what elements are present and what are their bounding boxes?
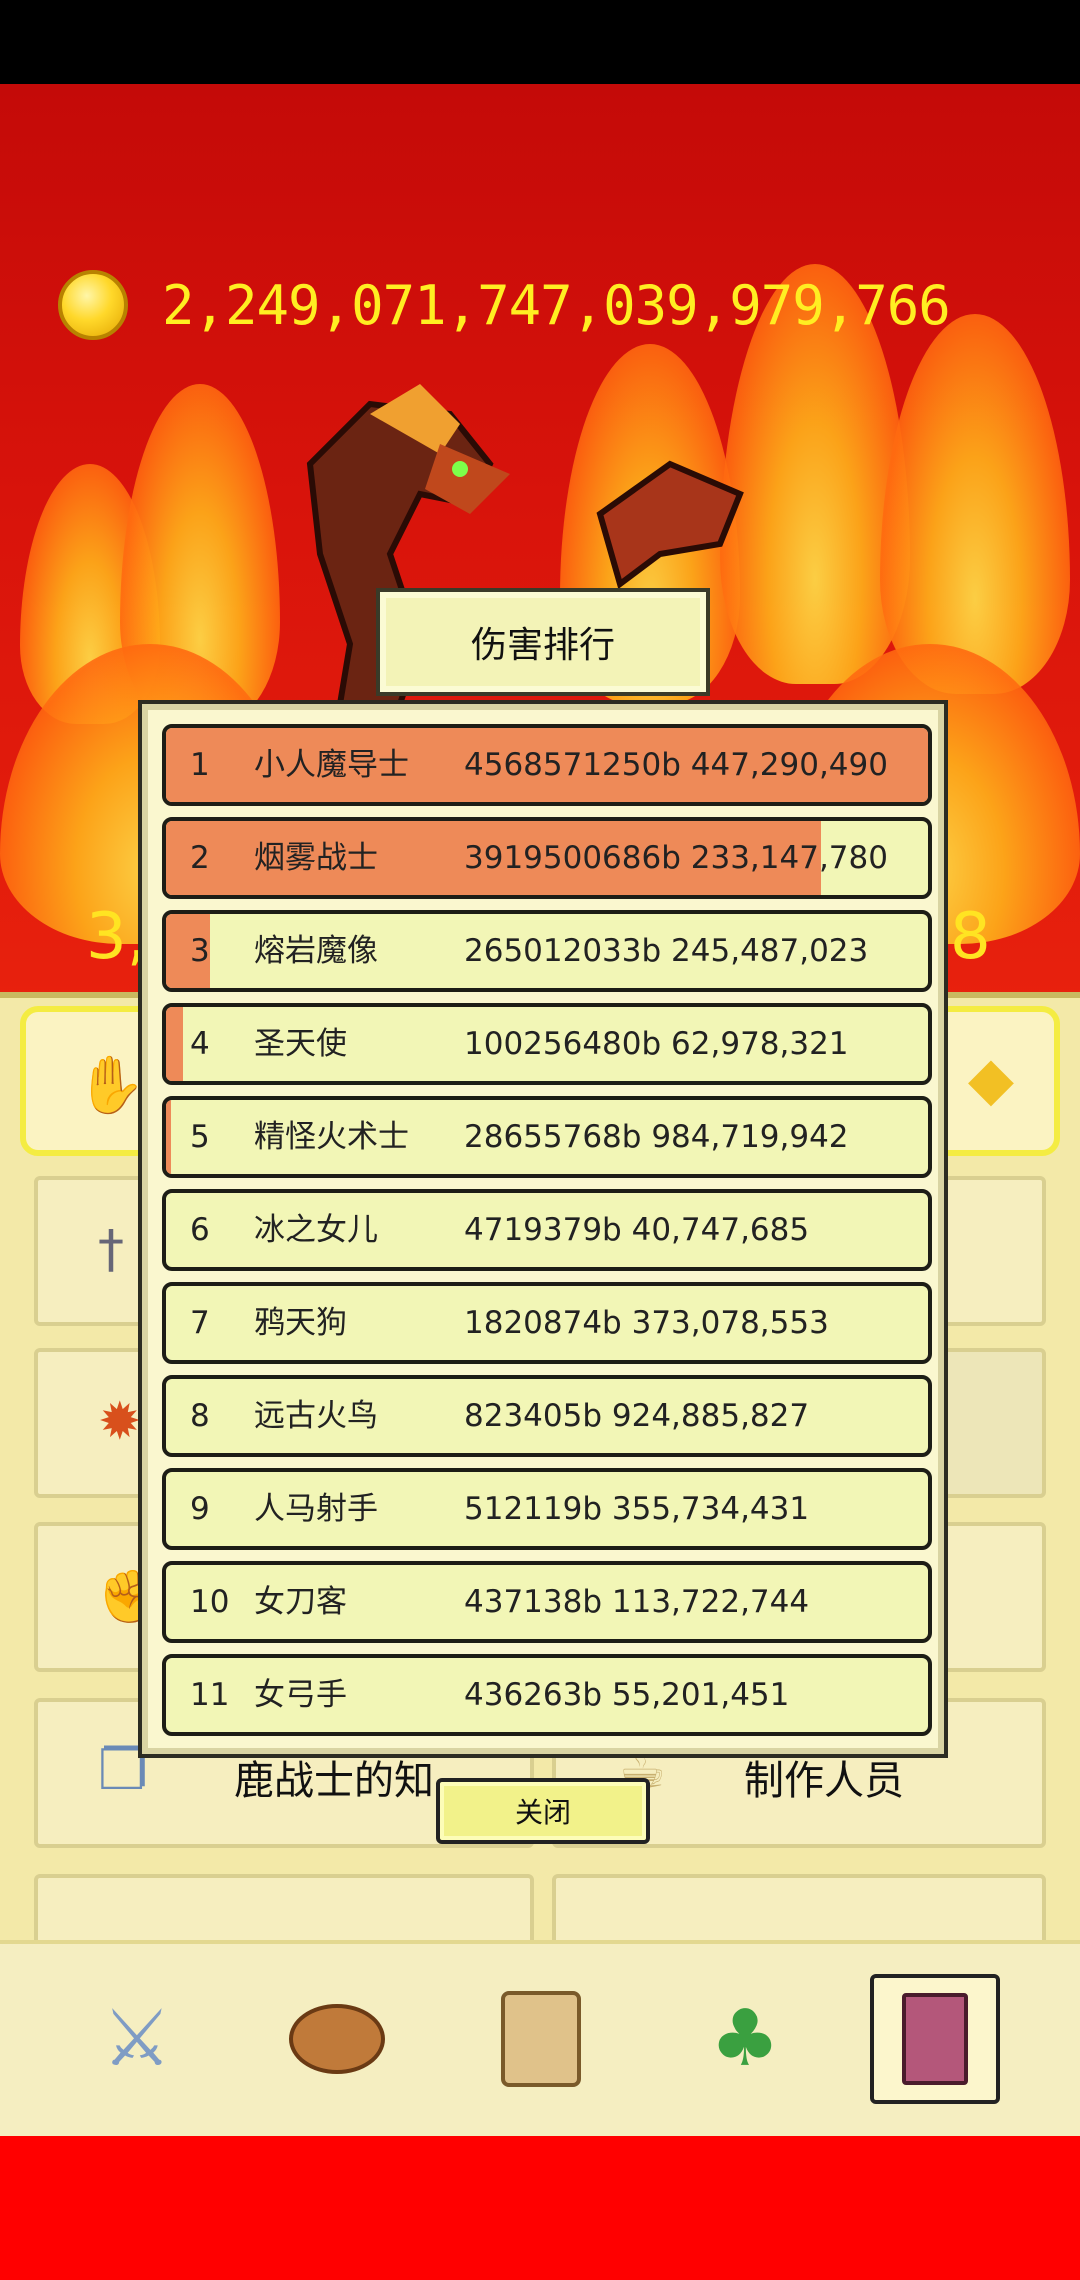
damage-share-bar bbox=[166, 1100, 171, 1174]
ranking-row[interactable]: 8 远古火鸟 823405b 924,885,827 bbox=[162, 1375, 932, 1457]
damage-value: 436263b 55,201,451 bbox=[464, 1677, 790, 1713]
dialog-title: 伤害排行 bbox=[376, 588, 710, 696]
damage-value: 512119b 355,734,431 bbox=[464, 1491, 810, 1527]
damage-value: 1820874b 373,078,553 bbox=[464, 1305, 829, 1341]
modal-layer: 1 小人魔导士 4568571250b 447,290,490 2 烟雾战士 391950… bbox=[0, 0, 1080, 2280]
ranking-row[interactable]: 9 人马射手 512119b 355,734,431 bbox=[162, 1468, 932, 1550]
rank-number: 4 bbox=[190, 1026, 210, 1062]
rank-number: 9 bbox=[190, 1491, 210, 1527]
damage-value: 28655768b 984,719,942 bbox=[464, 1119, 849, 1155]
hero-name: 人马射手 bbox=[254, 1491, 378, 1527]
damage-value: 100256480b 62,978,321 bbox=[464, 1026, 849, 1062]
rank-number: 5 bbox=[190, 1119, 210, 1155]
screen: 2,249,071,747,039,979,766 3, 8 ✋ ◆ † ✹ ✊… bbox=[0, 0, 1080, 2280]
damage-value: 4719379b 40,747,685 bbox=[464, 1212, 810, 1248]
hero-name: 小人魔导士 bbox=[254, 747, 409, 783]
ranking-row[interactable]: 1 小人魔导士 4568571250b 447,290,490 bbox=[162, 724, 932, 806]
ranking-list[interactable]: 1 小人魔导士 4568571250b 447,290,490 2 烟雾战士 391950… bbox=[162, 724, 932, 1747]
ranking-row[interactable]: 5 精怪火术士 28655768b 984,719,942 bbox=[162, 1096, 932, 1178]
hero-name: 鸦天狗 bbox=[254, 1305, 347, 1341]
hero-name: 冰之女儿 bbox=[254, 1212, 378, 1248]
close-button[interactable]: 关闭 bbox=[436, 1778, 650, 1844]
ranking-row[interactable]: 6 冰之女儿 4719379b 40,747,685 bbox=[162, 1189, 932, 1271]
rank-number: 10 bbox=[190, 1584, 230, 1620]
hero-name: 远古火鸟 bbox=[254, 1398, 378, 1434]
hero-name: 女刀客 bbox=[254, 1584, 347, 1620]
ranking-row[interactable]: 7 鸦天狗 1820874b 373,078,553 bbox=[162, 1282, 932, 1364]
ranking-row[interactable]: 4 圣天使 100256480b 62,978,321 bbox=[162, 1003, 932, 1085]
hero-name: 精怪火术士 bbox=[254, 1119, 409, 1155]
rank-number: 7 bbox=[190, 1305, 210, 1341]
ranking-row[interactable]: 3 熔岩魔像 265012033b 245,487,023 bbox=[162, 910, 932, 992]
damage-value: 4568571250b 447,290,490 bbox=[464, 747, 888, 783]
hero-name: 烟雾战士 bbox=[254, 840, 378, 876]
rank-number: 6 bbox=[190, 1212, 210, 1248]
damage-value: 823405b 924,885,827 bbox=[464, 1398, 810, 1434]
hero-name: 圣天使 bbox=[254, 1026, 347, 1062]
hero-name: 熔岩魔像 bbox=[254, 933, 378, 969]
ranking-row[interactable]: 10 女刀客 437138b 113,722,744 bbox=[162, 1561, 932, 1643]
ranking-row[interactable]: 2 烟雾战士 3919500686b 233,147,780 bbox=[162, 817, 932, 899]
damage-value: 265012033b 245,487,023 bbox=[464, 933, 869, 969]
rank-number: 8 bbox=[190, 1398, 210, 1434]
damage-ranking-dialog: 1 小人魔导士 4568571250b 447,290,490 2 烟雾战士 391950… bbox=[138, 700, 948, 1758]
hero-name: 女弓手 bbox=[254, 1677, 347, 1713]
rank-number: 11 bbox=[190, 1677, 230, 1713]
rank-number: 3 bbox=[190, 933, 210, 969]
damage-value: 3919500686b 233,147,780 bbox=[464, 840, 888, 876]
ranking-row[interactable]: 11 女弓手 436263b 55,201,451 bbox=[162, 1654, 932, 1736]
damage-share-bar bbox=[166, 1007, 183, 1081]
damage-value: 437138b 113,722,744 bbox=[464, 1584, 810, 1620]
rank-number: 2 bbox=[190, 840, 210, 876]
rank-number: 1 bbox=[190, 747, 210, 783]
